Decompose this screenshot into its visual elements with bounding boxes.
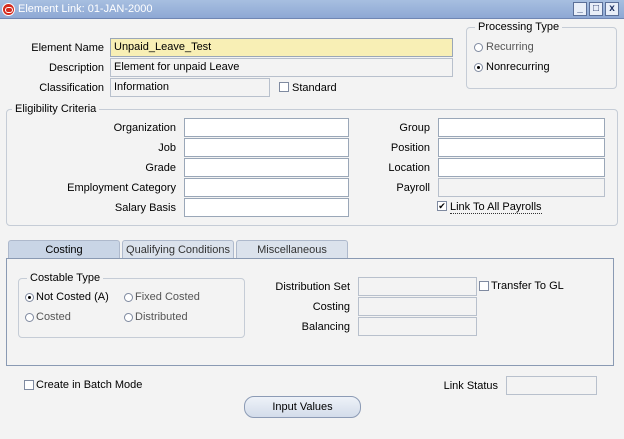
distributed-radio[interactable] [124, 313, 133, 322]
close-button[interactable]: x [605, 2, 619, 16]
minimize-button[interactable]: _ [573, 2, 587, 16]
tab-miscellaneous[interactable]: Miscellaneous [236, 240, 348, 259]
costing-label: Costing [312, 301, 350, 313]
salary-basis-label: Salary Basis [114, 202, 176, 214]
costed-label: Costed [36, 311, 71, 323]
processing-type-title: Processing Type [475, 21, 563, 33]
fixed-costed-radio[interactable] [124, 293, 133, 302]
eligibility-criteria-title: Eligibility Criteria [12, 103, 100, 115]
link-all-payrolls-label: Link To All Payrolls [450, 201, 542, 214]
oracle-icon [2, 3, 15, 16]
organization-label: Organization [113, 122, 176, 134]
location-field[interactable] [438, 158, 605, 177]
employment-category-field[interactable] [184, 178, 349, 197]
batch-mode-label: Create in Batch Mode [36, 379, 143, 391]
element-name-field[interactable]: Unpaid_Leave_Test [110, 38, 453, 57]
link-status-label: Link Status [443, 380, 498, 392]
employment-category-label: Employment Category [67, 182, 176, 194]
group-label: Group [399, 122, 430, 134]
payroll-label: Payroll [396, 182, 430, 194]
tab-qualifying-conditions[interactable]: Qualifying Conditions [122, 240, 234, 259]
input-values-button[interactable]: Input Values [244, 396, 361, 418]
balancing-field[interactable] [358, 317, 477, 336]
grade-field[interactable] [184, 158, 349, 177]
group-field[interactable] [438, 118, 605, 137]
link-status-field[interactable] [506, 376, 597, 395]
grade-label: Grade [145, 162, 176, 174]
job-label: Job [158, 142, 176, 154]
standard-label: Standard [292, 82, 337, 94]
element-name-label: Element Name [31, 42, 104, 54]
title-bar: Element Link: 01-JAN-2000 _ □ x [0, 0, 624, 19]
distributed-label: Distributed [135, 311, 188, 323]
distribution-set-label: Distribution Set [275, 281, 350, 293]
classification-label: Classification [39, 82, 104, 94]
transfer-to-gl-checkbox[interactable] [479, 281, 489, 291]
recurring-radio[interactable] [474, 43, 483, 52]
batch-mode-checkbox[interactable] [24, 380, 34, 390]
classification-field[interactable]: Information [110, 78, 270, 97]
description-field[interactable]: Element for unpaid Leave [110, 58, 453, 77]
link-all-payrolls-checkbox[interactable]: ✔ [437, 201, 447, 211]
tab-costing[interactable]: Costing [8, 240, 120, 259]
processing-type-group [466, 27, 617, 89]
salary-basis-field[interactable] [184, 198, 349, 217]
balancing-label: Balancing [301, 321, 350, 333]
job-field[interactable] [184, 138, 349, 157]
position-label: Position [390, 142, 430, 154]
costed-radio[interactable] [25, 313, 34, 322]
costable-type-group [18, 278, 245, 338]
not-costed-label: Not Costed (A) [36, 291, 109, 303]
standard-checkbox[interactable] [279, 82, 289, 92]
recurring-label: Recurring [486, 41, 534, 53]
not-costed-radio[interactable] [25, 293, 34, 302]
transfer-to-gl-label: Transfer To GL [491, 280, 564, 292]
costable-type-title: Costable Type [27, 272, 104, 284]
window-title: Element Link: 01-JAN-2000 [18, 3, 153, 15]
costing-field[interactable] [358, 297, 477, 316]
organization-field[interactable] [184, 118, 349, 137]
nonrecurring-radio[interactable] [474, 63, 483, 72]
payroll-field[interactable] [438, 178, 605, 197]
distribution-set-field[interactable] [358, 277, 477, 296]
position-field[interactable] [438, 138, 605, 157]
maximize-button[interactable]: □ [589, 2, 603, 16]
nonrecurring-label: Nonrecurring [486, 61, 550, 73]
location-label: Location [388, 162, 430, 174]
fixed-costed-label: Fixed Costed [135, 291, 200, 303]
description-label: Description [48, 62, 104, 74]
